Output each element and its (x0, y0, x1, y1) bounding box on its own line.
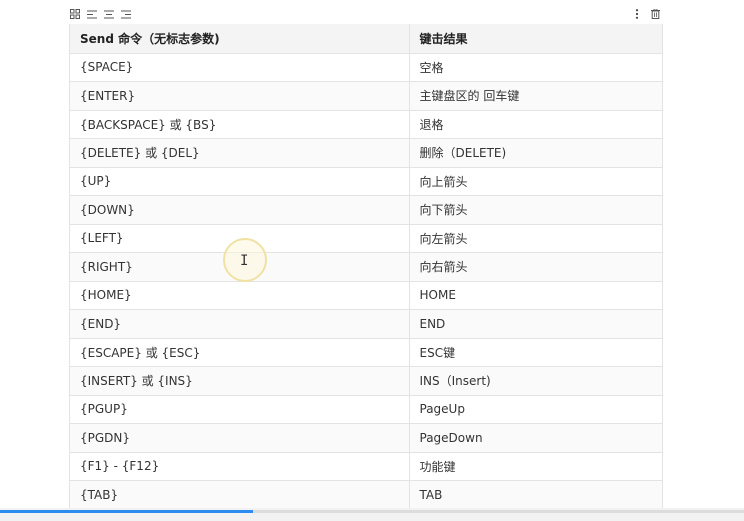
command-cell: {DELETE} 或 {DEL} (70, 138, 409, 168)
table-row: {ENTER} 主键盘区的 回车键 (70, 81, 662, 111)
result-cell: TAB (408, 480, 662, 510)
result-cell: 向右箭头 (408, 252, 662, 282)
command-cell: {ENTER} (70, 81, 409, 111)
table-row: {LEFT} 向左箭头 (70, 224, 662, 253)
header-send-command: Send 命令（无标志参数) (70, 24, 409, 54)
table-row: {END} END (70, 309, 662, 339)
table-row: {HOME} HOME (70, 281, 662, 310)
table-row: {ESCAPE} 或 {ESC} ESC键 (70, 338, 662, 367)
result-cell: 向下箭头 (408, 195, 662, 225)
result-cell: PageUp (408, 395, 662, 424)
result-cell: PageDown (408, 423, 662, 453)
table-header-row: Send 命令（无标志参数) 键击结果 (70, 24, 662, 54)
command-cell: {DOWN} (70, 195, 409, 225)
table-row: {SPACE} 空格 (70, 53, 662, 82)
command-cell: {SPACE} (70, 53, 409, 82)
send-keys-table-container: Send 命令（无标志参数) 键击结果 {SPACE} 空格 {ENTER} 主键盘… (69, 24, 663, 510)
result-cell: 删除（DELETE) (408, 138, 662, 168)
table-toolbar (0, 6, 744, 24)
command-cell: {UP} (70, 167, 409, 196)
table-row: {INSERT} 或 {INS} INS（Insert) (70, 366, 662, 396)
table-row: {BACKSPACE} 或 {BS} 退格 (70, 110, 662, 139)
command-cell: {PGDN} (70, 423, 409, 453)
table-row: {DOWN} 向下箭头 (70, 195, 662, 225)
result-cell: 功能键 (408, 452, 662, 481)
table-row: {PGDN} PageDown (70, 423, 662, 453)
video-progress-fill (0, 510, 253, 513)
align-left-icon[interactable] (86, 6, 98, 22)
command-cell: {PGUP} (70, 395, 409, 424)
header-keystroke-result: 键击结果 (408, 24, 662, 54)
result-cell: INS（Insert) (408, 366, 662, 396)
result-cell: HOME (408, 281, 662, 310)
result-cell: 空格 (408, 53, 662, 82)
result-cell: 退格 (408, 110, 662, 139)
command-cell: {F1} - {F12} (70, 452, 409, 481)
result-cell: 向左箭头 (408, 224, 662, 253)
command-cell: {RIGHT} (70, 252, 409, 282)
result-cell: ESC键 (408, 338, 662, 367)
table-toolbar-left (69, 6, 132, 22)
result-cell: 主键盘区的 回车键 (408, 81, 662, 111)
table-row: {F1} - {F12} 功能键 (70, 452, 662, 481)
trash-icon[interactable] (649, 6, 661, 22)
table-row: {PGUP} PageUp (70, 395, 662, 424)
grid-icon[interactable] (69, 6, 81, 22)
command-cell: {END} (70, 309, 409, 339)
send-keys-table: Send 命令（无标志参数) 键击结果 {SPACE} 空格 {ENTER} 主键盘… (70, 24, 662, 510)
command-cell: {BACKSPACE} 或 {BS} (70, 110, 409, 139)
result-cell: END (408, 309, 662, 339)
command-cell: {HOME} (70, 281, 409, 310)
command-cell: {TAB} (70, 480, 409, 510)
table-row: {DELETE} 或 {DEL} 删除（DELETE) (70, 138, 662, 168)
table-toolbar-right (631, 6, 661, 22)
result-cell: 向上箭头 (408, 167, 662, 196)
more-vertical-icon[interactable] (631, 6, 643, 22)
align-center-icon[interactable] (103, 6, 115, 22)
table-row: {UP} 向上箭头 (70, 167, 662, 196)
command-cell: {LEFT} (70, 224, 409, 253)
command-cell: {INSERT} 或 {INS} (70, 366, 409, 396)
table-row: {RIGHT} 向右箭头 (70, 252, 662, 282)
command-cell: {ESCAPE} 或 {ESC} (70, 338, 409, 367)
table-row: {TAB} TAB (70, 480, 662, 510)
align-right-icon[interactable] (120, 6, 132, 22)
